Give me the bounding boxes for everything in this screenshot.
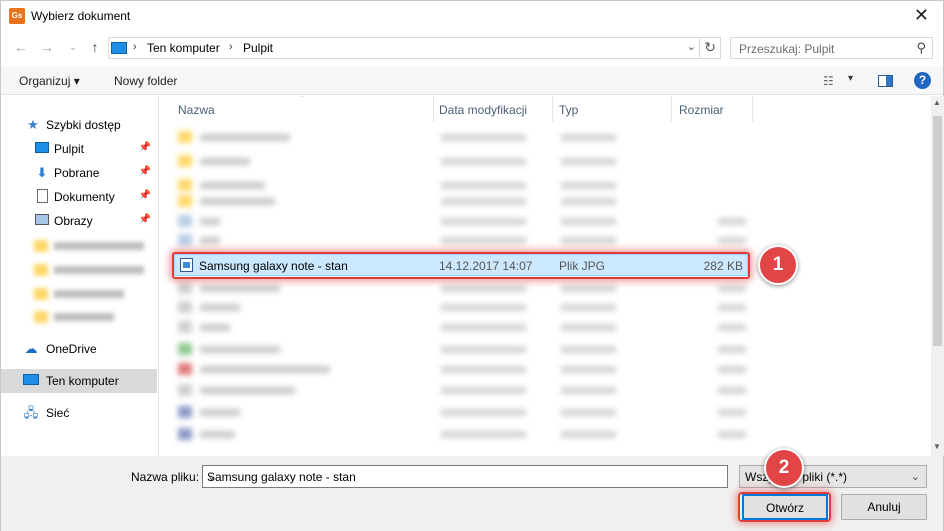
title-bar: Gs Wybierz dokument ✕ — [1, 1, 943, 31]
list-item[interactable] — [178, 361, 748, 377]
preview-pane-icon[interactable] — [878, 75, 893, 87]
computer-icon — [23, 373, 39, 389]
organize-button[interactable]: Organizuj ▾ — [19, 74, 80, 88]
nav-network[interactable]: 🖧 Sieć — [1, 401, 157, 425]
chevron-right-icon[interactable]: › — [229, 41, 233, 53]
open-button-highlight — [738, 492, 831, 522]
nav-item-desktop[interactable]: Pulpit 📌 — [1, 137, 157, 161]
close-icon[interactable]: ✕ — [914, 6, 929, 24]
command-toolbar: Organizuj ▾ Nowy folder ☷ ▾ ? — [1, 67, 943, 95]
download-icon: ⬇ — [36, 165, 48, 180]
new-folder-button[interactable]: Nowy folder — [114, 74, 177, 88]
chevron-down-icon[interactable]: ⌄ — [207, 470, 723, 483]
scrollbar-thumb[interactable] — [933, 116, 942, 346]
list-item[interactable] — [178, 193, 748, 209]
blurred-folder[interactable] — [34, 262, 152, 276]
list-item[interactable] — [178, 319, 748, 335]
computer-icon — [111, 42, 127, 54]
blurred-folder[interactable] — [34, 238, 152, 252]
search-icon[interactable]: ⚲ — [916, 40, 926, 56]
chevron-down-icon[interactable]: ▾ — [848, 73, 853, 84]
scroll-down-icon[interactable]: ▼ — [933, 442, 941, 451]
list-item[interactable] — [178, 341, 748, 357]
help-icon[interactable]: ? — [914, 72, 931, 89]
filename-field[interactable]: Samsung galaxy note - stan ⌄ — [202, 465, 728, 488]
chevron-down-icon[interactable]: ⌄ — [911, 470, 920, 483]
blurred-folder[interactable] — [34, 309, 152, 323]
documents-icon — [34, 189, 50, 205]
forward-arrow-icon[interactable]: → — [39, 39, 55, 55]
column-header-modified[interactable]: Data modyfikacji — [434, 96, 552, 122]
list-item[interactable] — [178, 426, 748, 442]
filename-label: Nazwa pliku: — [131, 470, 200, 484]
step-badge-2: 2 — [764, 448, 804, 488]
cloud-icon: ☁ — [24, 341, 38, 356]
up-arrow-icon[interactable]: ↑ — [87, 39, 103, 55]
divider — [699, 38, 700, 58]
list-item[interactable] — [178, 280, 748, 296]
nav-label: Obrazy — [54, 214, 93, 228]
nav-onedrive[interactable]: ☁ OneDrive — [1, 337, 157, 361]
pictures-icon — [34, 213, 50, 229]
nav-quick-access[interactable]: ★ Szybki dostęp — [1, 113, 157, 137]
network-icon: 🖧 — [23, 405, 39, 420]
list-item[interactable] — [178, 382, 748, 398]
list-item[interactable] — [178, 153, 748, 169]
app-icon: Gs — [9, 8, 25, 24]
nav-label: Pulpit — [54, 142, 85, 156]
column-header-name[interactable]: Nazwa — [160, 96, 433, 122]
column-label: Nazwa — [178, 103, 215, 117]
selection-highlight — [172, 252, 750, 279]
chevron-right-icon[interactable]: › — [133, 41, 137, 53]
nav-item-documents[interactable]: Dokumenty 📌 — [1, 185, 157, 209]
recent-dropdown-icon[interactable]: ⌄ — [65, 39, 81, 55]
star-icon: ★ — [27, 117, 39, 132]
pin-icon: 📌 — [138, 190, 151, 201]
vertical-scrollbar[interactable]: ▲ ▼ — [931, 96, 944, 456]
chevron-down-icon[interactable]: ⌄ — [687, 40, 696, 53]
nav-item-pictures[interactable]: Obrazy 📌 — [1, 209, 157, 233]
list-item[interactable] — [178, 299, 748, 315]
column-divider[interactable] — [752, 96, 753, 122]
pin-icon: 📌 — [138, 166, 151, 177]
breadcrumb-this-pc[interactable]: Ten komputer — [147, 41, 220, 55]
search-placeholder: Przeszukaj: Pulpit — [739, 42, 835, 56]
navigation-pane: ★ Szybki dostęp Pulpit 📌 ⬇ Pobrane 📌 Dok… — [1, 96, 159, 456]
blurred-folder[interactable] — [34, 286, 152, 300]
list-item[interactable] — [178, 177, 748, 193]
breadcrumb-desktop[interactable]: Pulpit — [243, 41, 273, 55]
list-item[interactable] — [178, 129, 748, 145]
refresh-icon[interactable]: ↻ — [704, 39, 716, 56]
view-options-icon[interactable]: ☷ — [823, 74, 834, 88]
back-arrow-icon[interactable]: ← — [13, 39, 29, 55]
nav-label: Dokumenty — [54, 190, 115, 204]
desktop-icon — [34, 141, 50, 157]
nav-item-downloads[interactable]: ⬇ Pobrane 📌 — [1, 161, 157, 185]
column-header-type[interactable]: Typ — [553, 96, 671, 122]
column-header-size[interactable]: Rozmiar — [672, 96, 752, 122]
list-item[interactable] — [178, 232, 748, 248]
column-label: Data modyfikacji — [439, 103, 528, 117]
list-item[interactable] — [178, 213, 748, 229]
nav-label: OneDrive — [46, 342, 97, 356]
column-label: Rozmiar — [679, 103, 724, 117]
file-open-dialog: Gs Wybierz dokument ✕ ← → ⌄ ↑ › Ten komp… — [0, 0, 944, 531]
address-bar[interactable]: › Ten komputer › Pulpit ⌄ ↻ — [108, 37, 721, 59]
nav-label: Szybki dostęp — [46, 118, 121, 132]
cancel-button[interactable]: Anuluj — [841, 494, 927, 520]
step-badge-1: 1 — [758, 245, 798, 285]
search-input[interactable]: Przeszukaj: Pulpit ⚲ — [730, 37, 933, 59]
pin-icon: 📌 — [138, 142, 151, 153]
column-label: Typ — [559, 103, 579, 117]
nav-label: Sieć — [46, 406, 70, 420]
list-item[interactable] — [178, 404, 748, 420]
nav-label: Pobrane — [54, 166, 100, 180]
nav-this-pc[interactable]: Ten komputer — [1, 369, 157, 393]
nav-label: Ten komputer — [46, 374, 119, 388]
pin-icon: 📌 — [138, 214, 151, 225]
scroll-up-icon[interactable]: ▲ — [933, 98, 941, 107]
window-title: Wybierz dokument — [31, 9, 131, 23]
